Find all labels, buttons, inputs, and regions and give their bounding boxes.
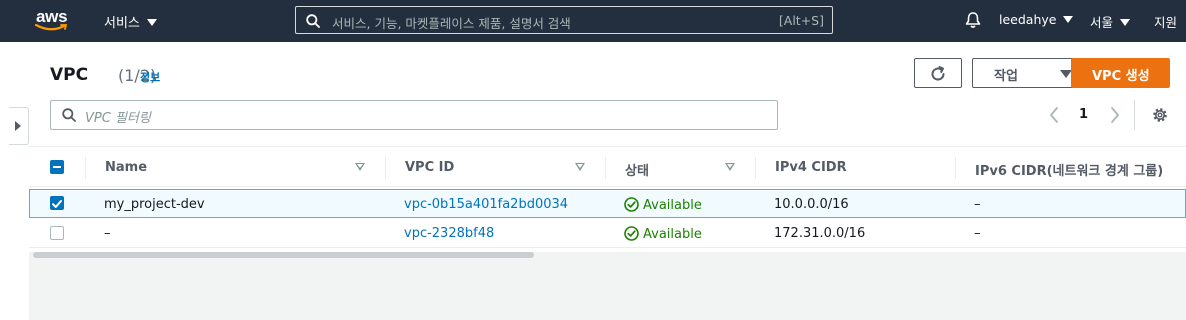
chevron-down-icon	[1120, 19, 1131, 26]
column-header-state[interactable]: 상태	[625, 160, 649, 179]
row-checkbox[interactable]	[50, 196, 64, 210]
top-navigation: aws 서비스 서비스, 기능, 마켓플레이스 제품, 설명서 검색 [Alt+…	[0, 0, 1186, 42]
services-label: 서비스	[104, 16, 140, 31]
user-label: leedahye	[999, 12, 1057, 27]
column-divider	[605, 157, 606, 179]
vpc-id-link[interactable]: vpc-0b15a401fa2bd0034	[404, 197, 568, 212]
next-page-icon[interactable]	[1109, 106, 1121, 124]
create-vpc-button[interactable]: VPC 생성	[1071, 58, 1170, 88]
vpc-id-link[interactable]: vpc-2328bf48	[404, 226, 494, 241]
select-all-checkbox[interactable]	[50, 160, 64, 174]
column-divider	[955, 157, 956, 179]
horizontal-scrollbar[interactable]	[33, 252, 534, 258]
column-header-name[interactable]: Name	[105, 160, 147, 175]
status-badge: Available	[624, 226, 702, 242]
success-check-icon	[624, 226, 639, 241]
region-menu[interactable]: 서울	[1090, 12, 1131, 31]
sort-icon[interactable]	[575, 163, 585, 171]
vpc-table-panel: VPC (1/2) 정보 작업 VPC 생성 VPC 필터링 1 Name VP…	[29, 42, 1186, 258]
services-menu[interactable]: 서비스	[104, 12, 157, 31]
column-header-vpc-id[interactable]: VPC ID	[405, 160, 454, 175]
success-check-icon	[624, 197, 639, 212]
refresh-button[interactable]	[914, 58, 962, 88]
chevron-right-icon	[15, 121, 21, 131]
column-header-ipv6-cidr[interactable]: IPv6 CIDR(네트워크 경계 그룹)	[975, 160, 1163, 179]
chevron-down-icon	[146, 19, 157, 26]
aws-logo[interactable]: aws	[34, 7, 74, 34]
gear-icon[interactable]	[1151, 106, 1169, 124]
column-divider	[755, 157, 756, 179]
open-side-navigation-button[interactable]	[9, 107, 29, 145]
ipv6-cidr: –	[974, 226, 981, 241]
vpc-name: my_project-dev	[104, 197, 205, 212]
table-row[interactable]: – vpc-2328bf48 Available 172.31.0.0/16 –	[29, 219, 1186, 248]
checkmark-icon	[52, 200, 62, 208]
support-label: 지원	[1154, 15, 1178, 30]
region-label: 서울	[1090, 15, 1114, 30]
aws-smile-icon	[34, 24, 68, 31]
chevron-down-icon	[1063, 16, 1074, 23]
ipv4-cidr: 10.0.0.0/16	[774, 197, 849, 212]
refresh-icon	[931, 66, 945, 81]
info-link[interactable]: 정보	[140, 69, 160, 85]
column-divider	[85, 157, 86, 179]
notifications-bell-icon[interactable]	[964, 11, 982, 29]
page-title: VPC	[50, 65, 89, 85]
column-divider	[385, 157, 386, 179]
table-row[interactable]: my_project-dev vpc-0b15a401fa2bd0034 Ava…	[29, 189, 1186, 218]
status-badge: Available	[624, 197, 702, 213]
search-icon	[62, 108, 76, 122]
ipv4-cidr: 172.31.0.0/16	[774, 226, 866, 241]
vpc-name: –	[104, 226, 111, 241]
global-search-input[interactable]: 서비스, 기능, 마켓플레이스 제품, 설명서 검색 [Alt+S]	[295, 6, 833, 34]
support-menu[interactable]: 지원	[1154, 12, 1177, 31]
row-checkbox[interactable]	[50, 226, 64, 240]
sort-icon[interactable]	[355, 163, 365, 171]
search-icon	[306, 14, 320, 28]
actions-label: 작업	[994, 69, 1018, 84]
pagination-divider	[1134, 100, 1135, 130]
table-header-row: Name VPC ID 상태 IPv4 CIDR IPv6 CIDR(네트워크 …	[29, 146, 1186, 187]
sort-icon[interactable]	[725, 163, 735, 171]
previous-page-icon[interactable]	[1048, 106, 1060, 124]
status-text: Available	[643, 227, 702, 242]
create-vpc-label: VPC 생성	[1092, 69, 1150, 84]
current-page-number[interactable]: 1	[1079, 107, 1088, 122]
filter-placeholder: VPC 필터링	[85, 111, 151, 126]
search-shortcut: [Alt+S]	[778, 13, 824, 28]
side-navigation-strip	[0, 42, 29, 320]
ipv6-cidr: –	[974, 197, 981, 212]
search-placeholder: 서비스, 기능, 마켓플레이스 제품, 설명서 검색	[332, 16, 571, 31]
status-text: Available	[643, 198, 702, 213]
vpc-filter-input[interactable]: VPC 필터링	[50, 100, 778, 130]
column-header-ipv4-cidr[interactable]: IPv4 CIDR	[775, 160, 847, 175]
user-menu[interactable]: leedahye	[999, 12, 1074, 28]
